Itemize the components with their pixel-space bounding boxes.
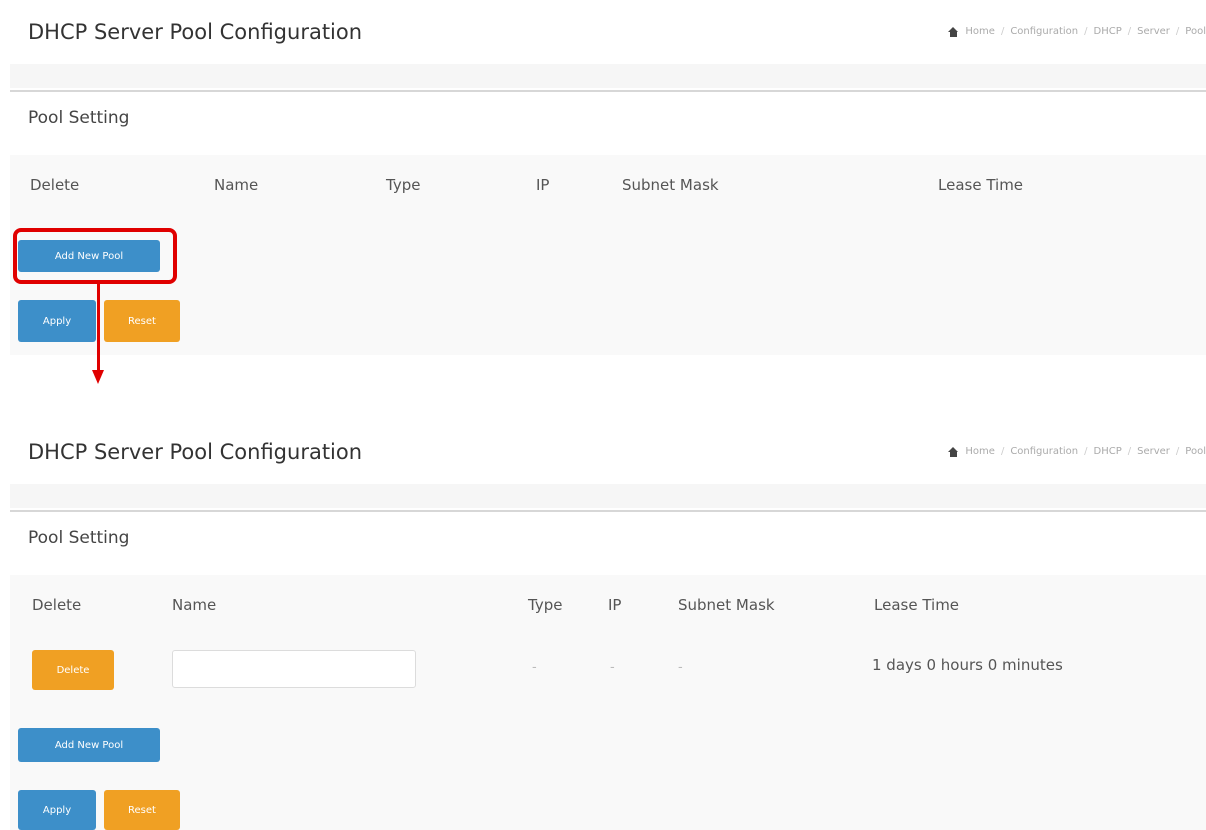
title-band bbox=[10, 64, 1206, 88]
breadcrumb-separator: / bbox=[1000, 26, 1005, 37]
breadcrumb: Home / Configuration / DHCP / Server / P… bbox=[948, 26, 1206, 37]
pool-lease-time-value: 1 days 0 hours 0 minutes bbox=[872, 656, 1063, 674]
breadcrumb-configuration[interactable]: Configuration bbox=[1010, 446, 1078, 457]
arrow-down-icon bbox=[97, 284, 100, 372]
pool-name-input[interactable] bbox=[172, 650, 416, 688]
column-header-lease-time: Lease Time bbox=[938, 176, 1024, 194]
page-title: DHCP Server Pool Configuration bbox=[28, 20, 363, 44]
column-header-type: Type bbox=[528, 596, 563, 614]
column-header-ip: IP bbox=[536, 176, 550, 194]
column-header-ip: IP bbox=[608, 596, 622, 614]
column-header-delete: Delete bbox=[30, 176, 80, 194]
pool-config-before: DHCP Server Pool Configuration Home / Co… bbox=[10, 0, 1206, 355]
reset-button[interactable]: Reset bbox=[104, 790, 180, 830]
add-button-highlight bbox=[13, 228, 177, 284]
breadcrumb-server[interactable]: Server bbox=[1137, 446, 1170, 457]
column-header-type: Type bbox=[386, 176, 421, 194]
arrow-head-icon bbox=[92, 370, 104, 384]
home-icon[interactable] bbox=[948, 446, 959, 457]
breadcrumb-dhcp[interactable]: DHCP bbox=[1094, 446, 1122, 457]
breadcrumb-server[interactable]: Server bbox=[1137, 26, 1170, 37]
breadcrumb-dhcp[interactable]: DHCP bbox=[1094, 26, 1122, 37]
column-header-subnet-mask: Subnet Mask bbox=[678, 596, 775, 614]
breadcrumb-configuration[interactable]: Configuration bbox=[1010, 26, 1078, 37]
title-band bbox=[10, 484, 1206, 508]
section-title: Pool Setting bbox=[28, 108, 130, 128]
apply-button[interactable]: Apply bbox=[18, 790, 96, 830]
home-icon[interactable] bbox=[948, 26, 959, 37]
reset-button[interactable]: Reset bbox=[104, 300, 180, 342]
column-header-name: Name bbox=[172, 596, 217, 614]
breadcrumb-separator: / bbox=[1127, 26, 1132, 37]
pool-table-area bbox=[10, 155, 1206, 355]
pool-ip-value: - bbox=[610, 660, 615, 675]
apply-button[interactable]: Apply bbox=[18, 300, 96, 342]
breadcrumb-separator: / bbox=[1084, 446, 1088, 457]
breadcrumb-separator: / bbox=[1000, 446, 1005, 457]
column-header-name: Name bbox=[214, 176, 259, 194]
pool-config-after: DHCP Server Pool Configuration Home / Co… bbox=[10, 420, 1206, 830]
column-header-delete: Delete bbox=[32, 596, 82, 614]
add-new-pool-button[interactable]: Add New Pool bbox=[18, 728, 160, 762]
page-title: DHCP Server Pool Configuration bbox=[28, 440, 363, 464]
breadcrumb-separator: / bbox=[1084, 26, 1088, 37]
section-divider bbox=[10, 510, 1206, 512]
breadcrumb-pool: Pool bbox=[1185, 446, 1206, 457]
section-title: Pool Setting bbox=[28, 528, 130, 548]
pool-type-value: - bbox=[532, 660, 537, 675]
pool-subnet-mask-value: - bbox=[678, 660, 683, 675]
breadcrumb-pool: Pool bbox=[1185, 26, 1206, 37]
breadcrumb-home[interactable]: Home bbox=[965, 26, 995, 37]
breadcrumb-separator: / bbox=[1175, 446, 1180, 457]
column-header-subnet-mask: Subnet Mask bbox=[622, 176, 719, 194]
breadcrumb-separator: / bbox=[1175, 26, 1180, 37]
breadcrumb-separator: / bbox=[1127, 446, 1132, 457]
breadcrumb: Home / Configuration / DHCP / Server / P… bbox=[948, 446, 1206, 457]
column-header-lease-time: Lease Time bbox=[874, 596, 960, 614]
delete-pool-button[interactable]: Delete bbox=[32, 650, 114, 690]
breadcrumb-home[interactable]: Home bbox=[965, 446, 995, 457]
section-divider bbox=[10, 90, 1206, 92]
